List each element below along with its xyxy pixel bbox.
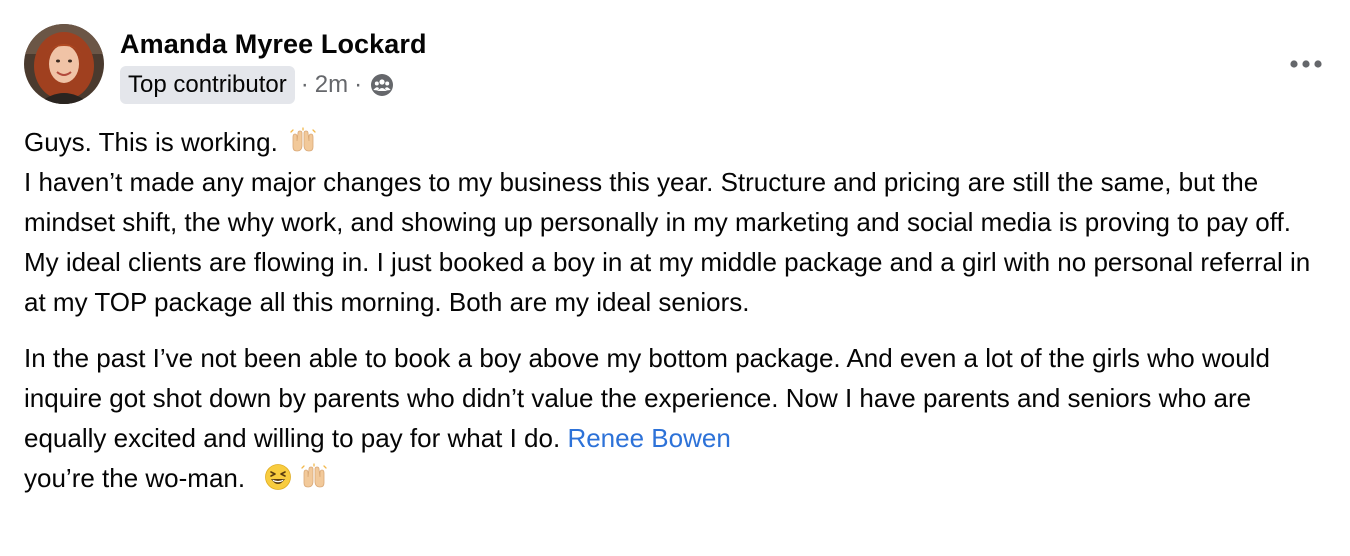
post-timestamp[interactable]: 2m (315, 71, 348, 99)
grinning-squinting-face-icon (264, 462, 292, 490)
raising-hands-icon (300, 462, 328, 490)
top-contributor-badge[interactable]: Top contributor (120, 66, 295, 104)
post-header: Amanda Myree Lockard Top contributor · 2… (24, 24, 1326, 106)
post-opening-line: Guys. This is working. (24, 127, 278, 157)
more-options-icon (1290, 60, 1322, 68)
post-body: Guys. This is working. I haven’t made an… (24, 122, 1330, 498)
post-closing-text: you’re the wo-man. (24, 463, 246, 493)
separator-dot: · (354, 71, 363, 98)
post-subline: Top contributor · 2m · (120, 65, 427, 105)
mention-link[interactable]: Renee Bowen (567, 423, 730, 453)
avatar-photo (24, 24, 104, 104)
author-name[interactable]: Amanda Myree Lockard (120, 26, 427, 62)
raising-hands-icon (289, 126, 317, 154)
post-paragraph-1: Guys. This is working. I haven’t made an… (24, 122, 1330, 322)
post-card: Amanda Myree Lockard Top contributor · 2… (0, 0, 1350, 556)
author-avatar[interactable] (24, 24, 104, 104)
separator-dot: · (300, 71, 309, 98)
group-members-icon[interactable] (370, 73, 394, 97)
more-options-button[interactable] (1286, 44, 1326, 84)
post-meta: Amanda Myree Lockard Top contributor · 2… (120, 26, 427, 105)
post-paragraph-1-text: I haven’t made any major changes to my b… (24, 167, 1311, 317)
post-paragraph-2: In the past I’ve not been able to book a… (24, 338, 1330, 498)
